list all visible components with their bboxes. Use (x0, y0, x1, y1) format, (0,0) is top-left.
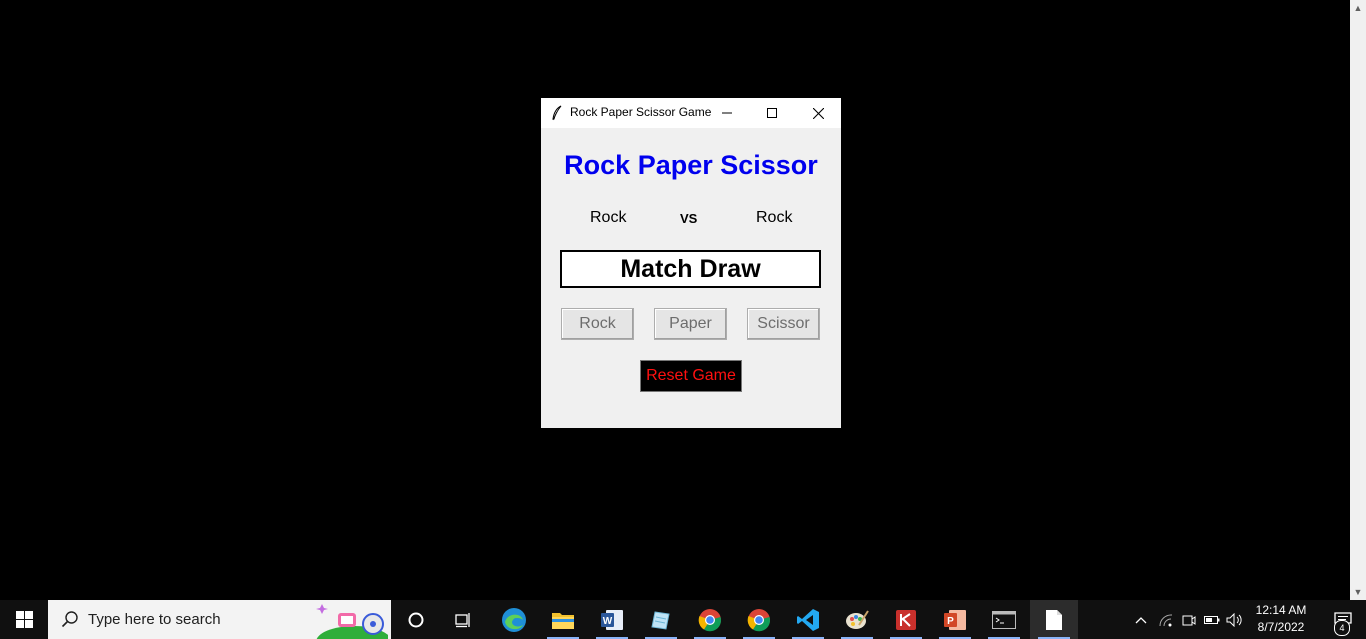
notepad-app[interactable] (637, 600, 685, 639)
kingsoft-icon (896, 609, 916, 630)
windows-logo-icon (15, 611, 33, 628)
close-icon (812, 107, 824, 119)
camera-icon (1182, 615, 1196, 625)
chrome-icon (747, 608, 771, 631)
file-icon (1046, 609, 1062, 630)
rock-button[interactable]: Rock (561, 308, 634, 340)
file-explorer-app[interactable] (539, 600, 587, 639)
volume-button[interactable] (1224, 600, 1246, 639)
wifi-icon (1159, 613, 1173, 626)
search-highlight-icon (316, 604, 388, 639)
chrome-app-2[interactable] (735, 600, 783, 639)
word-icon: W (601, 609, 623, 630)
close-button[interactable] (795, 98, 841, 128)
computer-choice-label: Rock (756, 209, 793, 226)
search-placeholder: Type here to search (88, 611, 221, 628)
game-heading: Rock Paper Scissor (564, 150, 818, 180)
terminal-app[interactable] (980, 600, 1028, 639)
result-display: Match Draw (560, 250, 821, 288)
clock-time: 12:14 AM (1255, 603, 1307, 617)
svg-text:P: P (947, 616, 954, 627)
game-window: Rock Paper Scissor Game Rock Paper Sciss… (541, 98, 841, 428)
start-button[interactable] (0, 600, 48, 639)
kingsoft-app[interactable] (882, 600, 930, 639)
speaker-icon (1226, 612, 1242, 627)
chevron-up-icon (1135, 616, 1147, 623)
powerpoint-icon: P (944, 609, 966, 630)
vscode-app[interactable] (784, 600, 832, 639)
search-box[interactable]: Type here to search (48, 600, 391, 639)
taskbar: Type here to search W P 12:14 AM 8/7/202… (0, 600, 1366, 639)
scroll-up-icon[interactable]: ▲ (1350, 0, 1366, 16)
paint-app[interactable] (833, 600, 881, 639)
battery-button[interactable] (1201, 600, 1223, 639)
file-app[interactable] (1030, 600, 1078, 639)
chrome-app-1[interactable] (686, 600, 734, 639)
folder-icon (552, 612, 574, 629)
task-view-icon (455, 612, 470, 627)
powerpoint-app[interactable]: P (931, 600, 979, 639)
terminal-icon (992, 610, 1016, 629)
network-button[interactable] (1155, 600, 1177, 639)
window-title: Rock Paper Scissor Game (570, 105, 712, 119)
player-choice-label: Rock (590, 209, 627, 226)
clock[interactable]: 12:14 AM 8/7/2022 (1246, 602, 1316, 636)
reset-game-button[interactable]: Reset Game (640, 360, 742, 392)
chrome-icon (698, 608, 722, 631)
task-view-button[interactable] (440, 600, 488, 639)
paper-button[interactable]: Paper (654, 308, 727, 340)
maximize-button[interactable] (749, 98, 795, 128)
notification-badge: 4 (1334, 620, 1350, 636)
feather-icon (552, 105, 562, 121)
vertical-scrollbar[interactable]: ▲ ▼ (1350, 0, 1366, 600)
vscode-icon (797, 608, 819, 631)
cortana-button[interactable] (392, 600, 440, 639)
clock-date: 8/7/2022 (1257, 620, 1305, 634)
search-icon (61, 611, 78, 628)
svg-text:W: W (603, 616, 613, 627)
notepad-icon (651, 610, 670, 630)
edge-app[interactable] (490, 600, 538, 639)
show-hidden-icons-button[interactable] (1130, 600, 1152, 639)
battery-icon (1204, 615, 1220, 624)
title-bar[interactable]: Rock Paper Scissor Game (541, 98, 841, 128)
cortana-icon (408, 612, 424, 627)
vs-label: VS (680, 211, 698, 226)
edge-icon (502, 607, 526, 632)
meet-now-button[interactable] (1178, 600, 1200, 639)
minimize-button[interactable] (704, 98, 750, 128)
scroll-down-icon[interactable]: ▼ (1350, 584, 1366, 600)
maximize-icon (767, 108, 777, 118)
minimize-icon (722, 112, 732, 114)
word-app[interactable]: W (588, 600, 636, 639)
paint-icon (846, 609, 869, 629)
scissor-button[interactable]: Scissor (747, 308, 820, 340)
